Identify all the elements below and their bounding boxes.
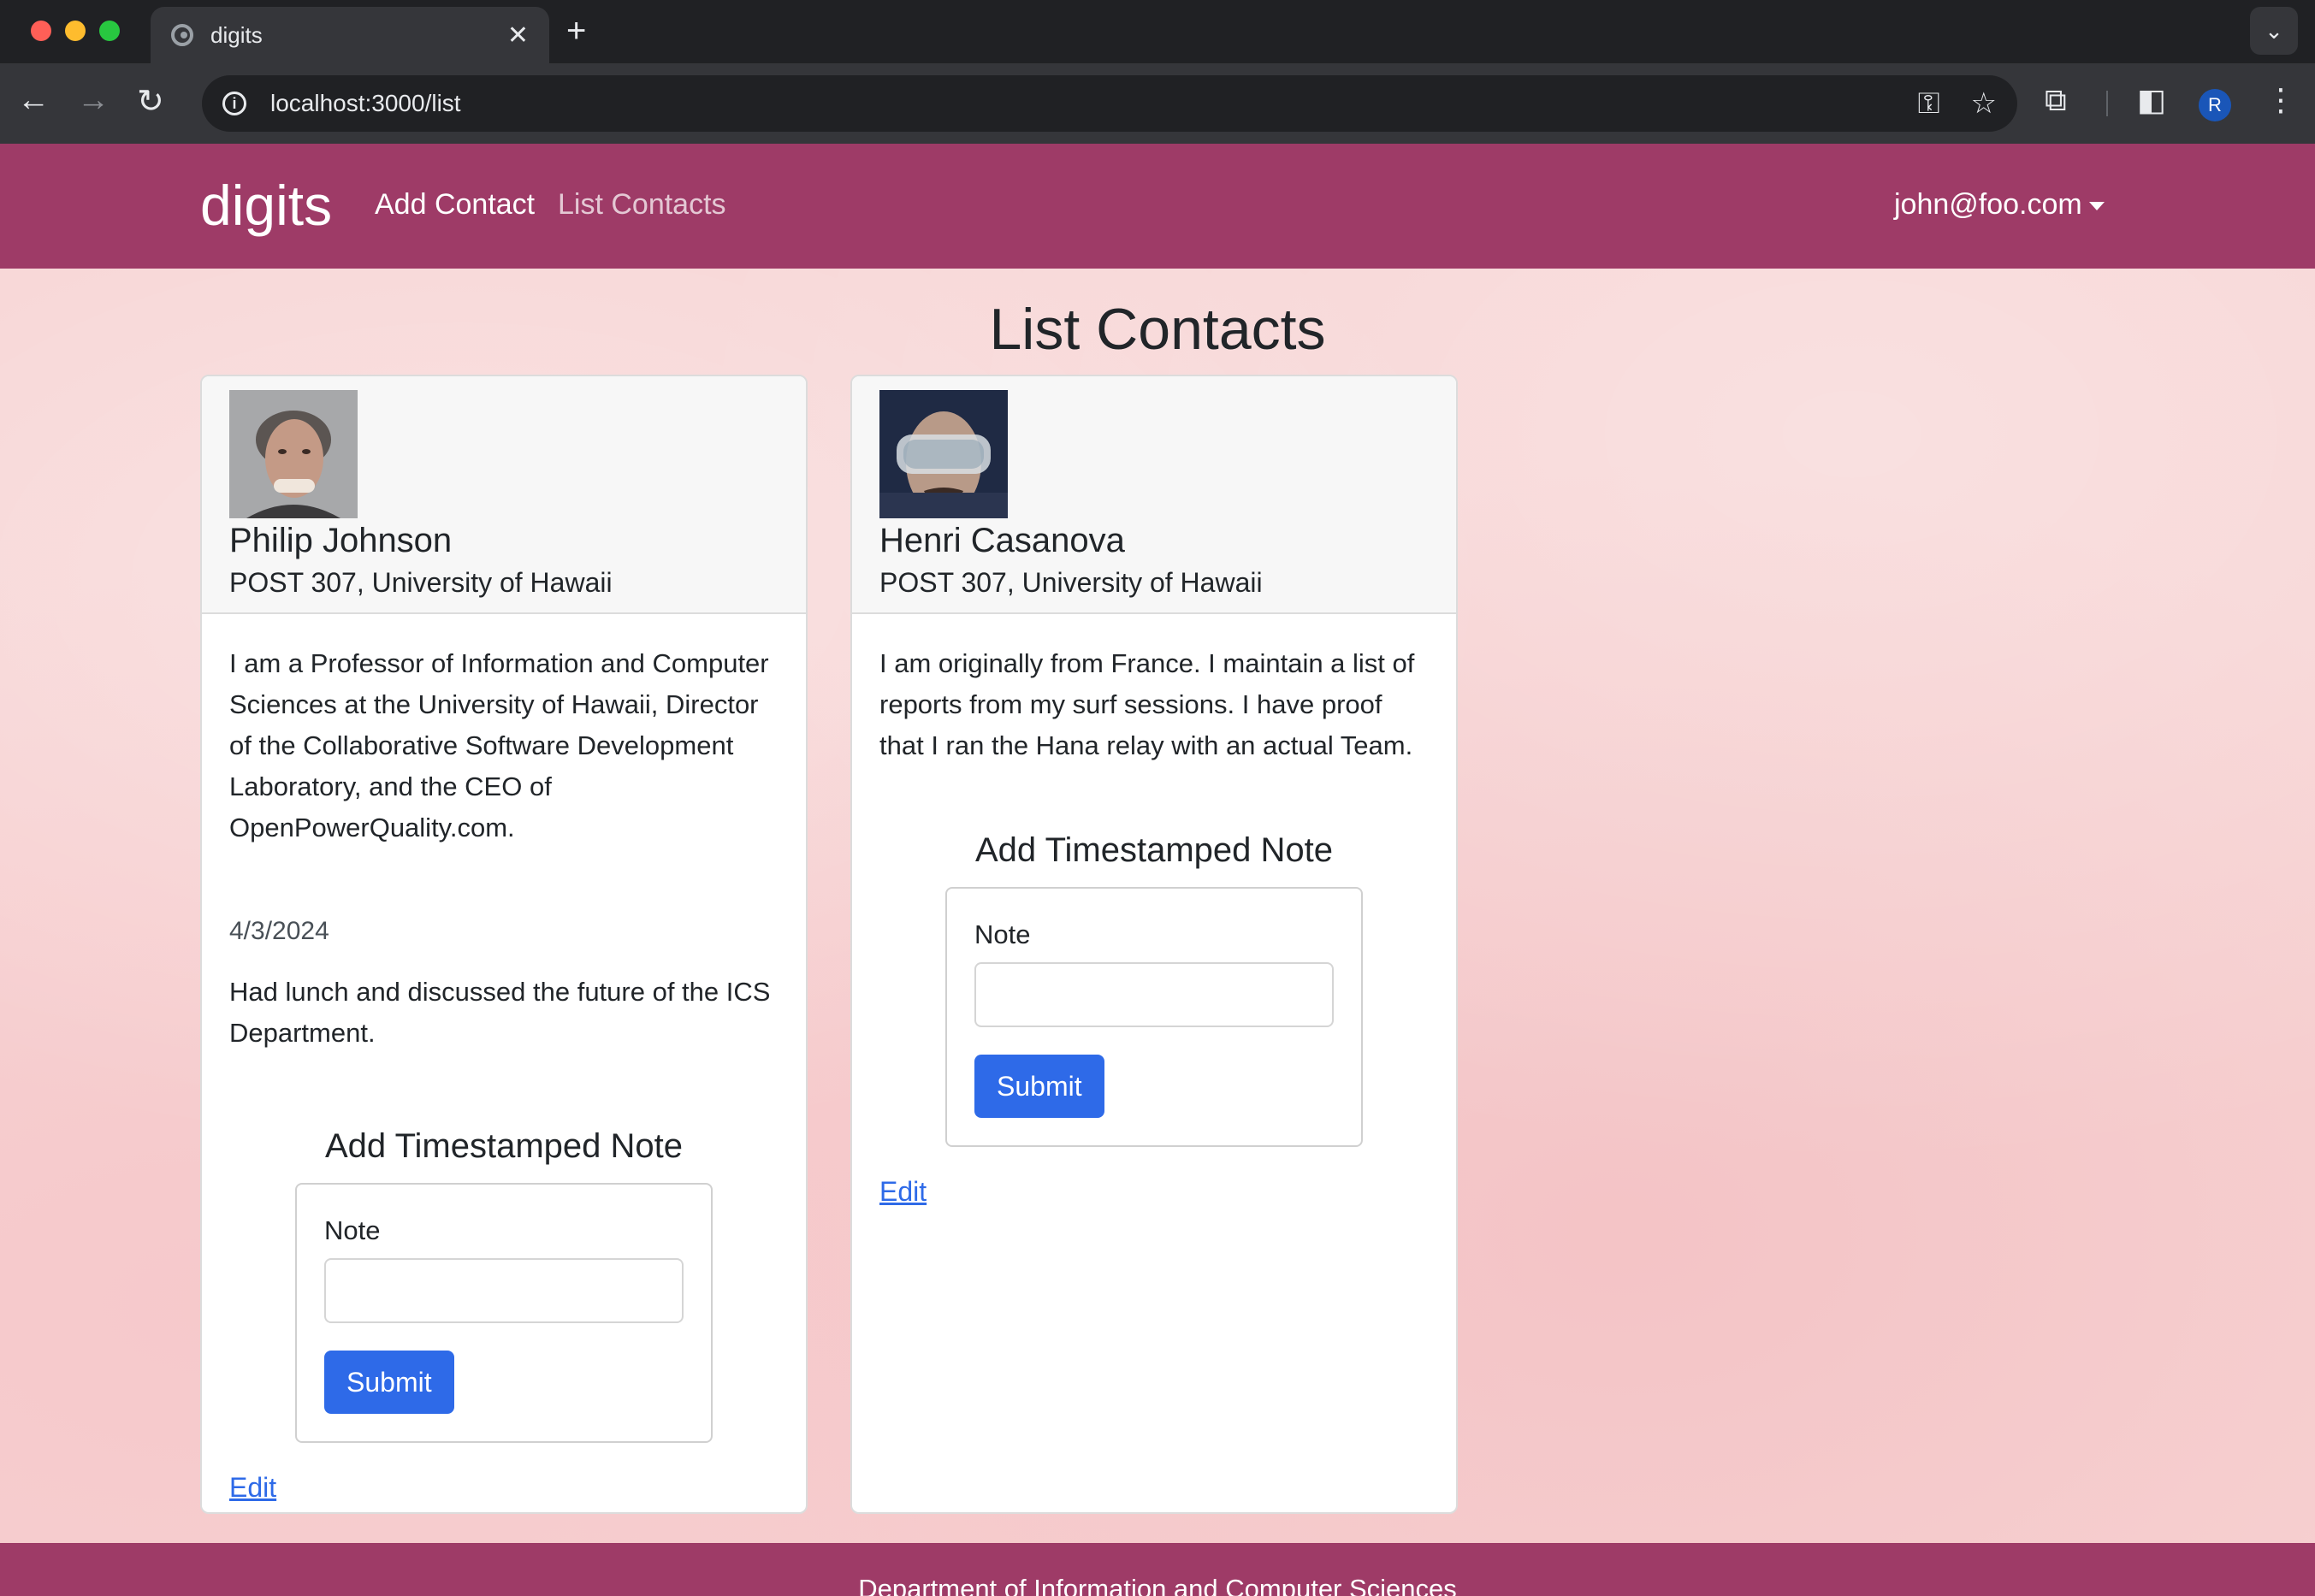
page-viewport: digits Add Contact List Contacts john@fo…	[0, 144, 2315, 1596]
card-body: I am a Professor of Information and Comp…	[202, 614, 806, 878]
new-tab-icon[interactable]: +	[566, 12, 586, 50]
contact-name: Philip Johnson	[229, 522, 453, 559]
toolbar-divider	[2106, 91, 2108, 116]
tab-close-icon[interactable]: ✕	[507, 21, 529, 50]
contact-photo	[879, 390, 1008, 518]
contact-address: POST 307, University of Hawaii	[879, 567, 1263, 598]
side-panel-icon[interactable]: ◧	[2137, 82, 2166, 118]
submit-button[interactable]: Submit	[974, 1055, 1104, 1118]
browser-tab-strip: digits ✕ + ⌄	[0, 0, 2315, 63]
timestamped-note: 4/3/2024 Had lunch and discussed the fut…	[202, 878, 806, 1054]
contact-name: Henri Casanova	[879, 522, 1125, 559]
bookmark-star-icon[interactable]: ☆	[1971, 86, 1997, 121]
add-note-section: Add Timestamped Note Note Submit Edit	[852, 795, 1456, 1208]
address-bar[interactable]: i localhost:3000/list ⚿ ☆	[202, 75, 2017, 132]
contact-description: I am a Professor of Information and Comp…	[229, 648, 769, 842]
tab-favicon-icon	[171, 24, 193, 46]
edit-link[interactable]: Edit	[229, 1472, 276, 1504]
card-header: Henri Casanova POST 307, University of H…	[852, 376, 1456, 614]
note-label: Note	[324, 1215, 381, 1245]
minimize-window-button[interactable]	[65, 21, 86, 41]
reload-icon[interactable]: ↻	[137, 82, 164, 121]
contact-address: POST 307, University of Hawaii	[229, 567, 613, 598]
card-body: I am originally from France. I maintain …	[852, 614, 1456, 795]
user-dropdown[interactable]: john@foo.com	[1894, 188, 2105, 222]
browser-toolbar: ← → ↻ i localhost:3000/list ⚿ ☆ ⧉ ◧ R ⋮	[0, 63, 2315, 144]
note-date: 4/3/2024	[229, 917, 329, 945]
contact-photo	[229, 390, 358, 518]
note-label: Note	[974, 919, 1031, 949]
user-email: john@foo.com	[1894, 188, 2082, 221]
submit-button[interactable]: Submit	[324, 1351, 454, 1414]
note-form: Note Submit	[945, 887, 1363, 1147]
note-form: Note Submit	[295, 1183, 713, 1443]
nav-add-contact[interactable]: Add Contact	[375, 188, 535, 222]
close-window-button[interactable]	[31, 21, 51, 41]
add-note-title: Add Timestamped Note	[975, 831, 1333, 869]
extensions-puzzle-icon[interactable]: ⧉	[2045, 82, 2067, 119]
footer: Department of Information and Computer S…	[0, 1543, 2315, 1596]
contact-card: Philip Johnson POST 307, University of H…	[200, 375, 808, 1514]
tab-search-chevron-icon[interactable]: ⌄	[2250, 7, 2298, 55]
more-menu-icon[interactable]: ⋮	[2265, 82, 2296, 118]
maximize-window-button[interactable]	[99, 21, 120, 41]
app-navbar: digits Add Contact List Contacts john@fo…	[0, 144, 2315, 269]
caret-down-icon	[2088, 202, 2105, 211]
brand-logo[interactable]: digits	[200, 173, 332, 238]
note-input[interactable]	[324, 1258, 684, 1323]
card-header: Philip Johnson POST 307, University of H…	[202, 376, 806, 614]
nav-list-contacts[interactable]: List Contacts	[558, 188, 726, 222]
contact-description: I am originally from France. I maintain …	[879, 648, 1415, 760]
edit-link[interactable]: Edit	[879, 1176, 927, 1208]
footer-text: Department of Information and Computer S…	[858, 1574, 1457, 1596]
add-note-section: Add Timestamped Note Note Submit Edit	[202, 1054, 806, 1504]
password-key-icon[interactable]: ⚿	[1918, 87, 1940, 121]
forward-arrow-icon[interactable]: →	[77, 82, 110, 119]
back-arrow-icon[interactable]: ←	[17, 82, 50, 119]
note-input[interactable]	[974, 962, 1334, 1027]
contact-card: Henri Casanova POST 307, University of H…	[850, 375, 1458, 1514]
tab-title: digits	[210, 21, 263, 48]
profile-avatar[interactable]: R	[2199, 89, 2231, 121]
site-info-icon[interactable]: i	[222, 92, 246, 115]
page-title: List Contacts	[989, 297, 1326, 362]
note-text: Had lunch and discussed the future of th…	[229, 977, 771, 1048]
browser-tab[interactable]: digits ✕	[151, 7, 549, 63]
add-note-title: Add Timestamped Note	[325, 1127, 683, 1165]
url-text[interactable]: localhost:3000/list	[270, 90, 1887, 117]
